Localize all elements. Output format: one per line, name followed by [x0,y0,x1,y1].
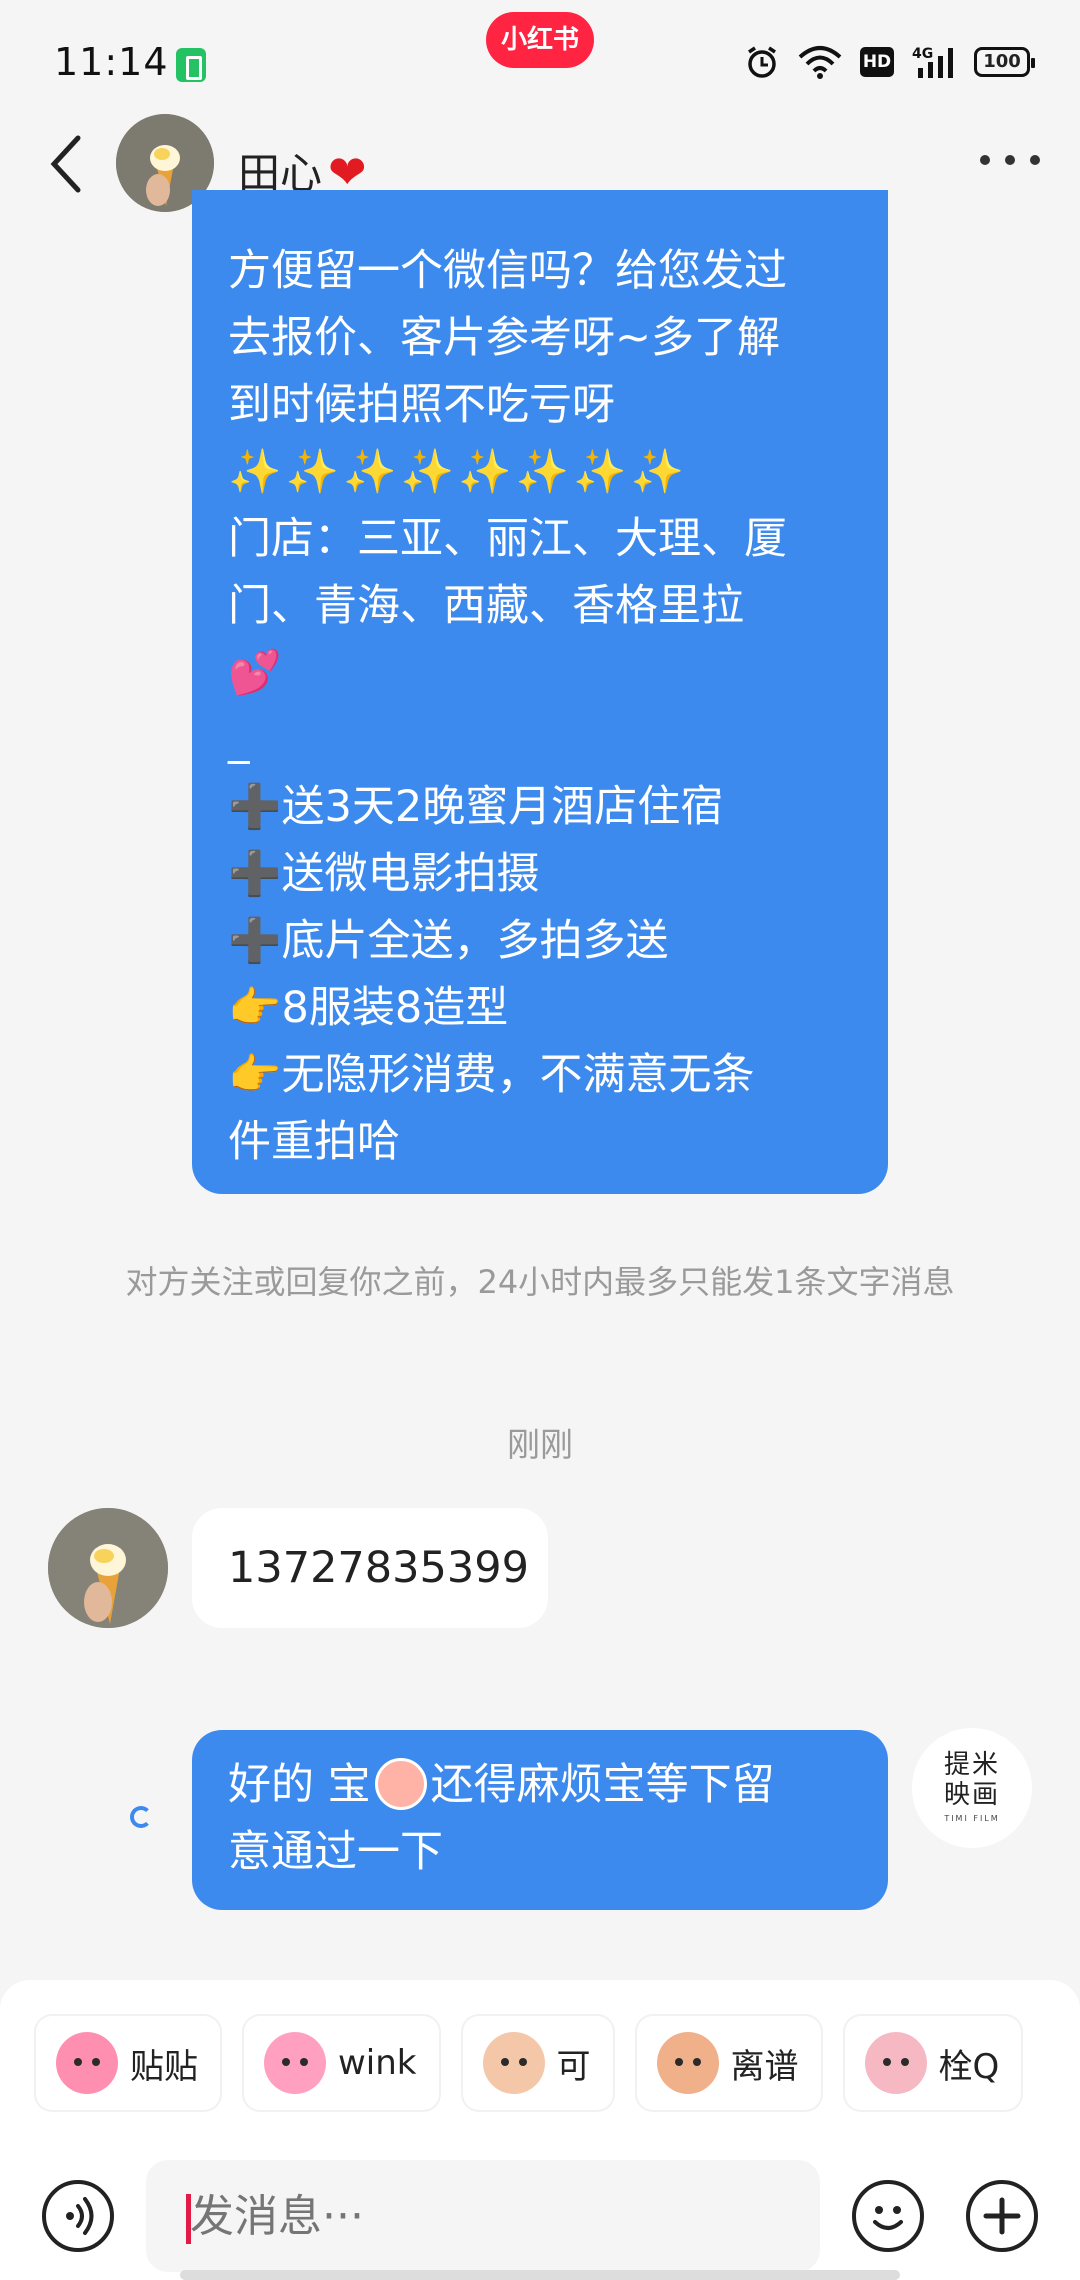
message-line: 门、青海、西藏、香格里拉 [228,581,744,631]
sticker-face-icon [864,2032,927,2094]
message-line: 去报价、客片参考呀~多了解 [228,313,781,363]
hd-icon: HD [860,47,894,77]
message-line: 件重拍哈 [228,1117,400,1167]
sticker-chip[interactable]: wink [244,2016,439,2110]
my-avatar[interactable]: 提米 映画 TIMI FILM [912,1728,1032,1848]
outgoing-message-bubble[interactable]: 好的 宝 还得麻烦宝等下留 意通过一下 [192,1730,888,1910]
status-time: 11:14 [54,40,169,84]
composer-row [0,2140,1080,2272]
message-line: 到时候拍照不吃亏呀 [228,380,615,430]
battery-indicator: 100 [974,47,1035,77]
chat-area[interactable]: 方便留一个微信吗？给您发过 去报价、客片参考呀~多了解 到时候拍照不吃亏呀 ✨✨… [0,190,1080,1980]
message-line: _ [228,715,250,765]
message-line: 送3天2晚蜜月酒店住宿 [281,782,724,832]
sticker-chip[interactable]: 栓Q [844,2016,1022,2110]
incoming-message-bubble[interactable]: 13727835399 [192,1508,548,1628]
signal-icon: 4G [912,46,953,78]
message-input[interactable] [146,2160,820,2272]
emoji-icon[interactable] [852,2180,924,2252]
sticker-chip[interactable]: 可 [462,2016,613,2110]
status-icons: HD 4G 100 [744,44,1035,80]
sticker-face-icon [56,2032,118,2094]
sticker-suggestions: 贴贴 wink 可 离谱 栓Q [36,2016,1022,2110]
plus-emoji-icon: ➕ [228,782,282,832]
home-indicator [180,2270,900,2280]
more-options-icon[interactable] [980,150,1040,170]
contact-avatar[interactable] [48,1508,168,1628]
sticker-label: 栓Q [938,2046,1000,2087]
message-line: 门店：三亚、丽江、大理、厦 [228,514,787,564]
sticker-label: 可 [556,2046,591,2087]
message-line: 方便留一个微信吗？给您发过 [228,246,787,296]
pointing-hand-icon: 👉 [228,983,282,1033]
battery-saver-icon [176,48,206,82]
sticker-label: 贴贴 [130,2046,198,2087]
sending-spinner-icon [130,1806,152,1828]
message-line: 送微电影拍摄 [281,849,540,899]
voice-input-icon[interactable] [42,2180,114,2252]
avatar-logo-text: 提米 [943,1750,1000,1780]
two-hearts-icon: 💕 [228,648,282,698]
peach-sticker-icon [374,1757,427,1810]
add-attachment-icon[interactable] [966,2180,1038,2252]
app-badge: 小红书 [486,12,594,68]
plus-emoji-icon: ➕ [228,916,282,966]
plus-emoji-icon: ➕ [228,849,282,899]
sticker-chip[interactable]: 贴贴 [36,2016,220,2110]
alarm-icon [748,46,776,78]
avatar-logo-subtext: TIMI FILM [944,1814,1000,1823]
message-text: 还得麻烦宝等下留 [430,1760,775,1810]
sticker-face-icon [656,2032,719,2094]
composer-panel: 贴贴 wink 可 离谱 栓Q [0,1980,1080,2280]
sticker-chip[interactable]: 离谱 [636,2016,821,2110]
sparkles-icon: ✨✨✨✨✨✨✨✨ [228,447,689,497]
system-notice: 对方关注或回复你之前，24小时内最多只能发1条文字消息 [125,1263,955,1301]
message-line: 8服装8造型 [281,983,509,1033]
sticker-face-icon [264,2032,326,2094]
sticker-label: wink [338,2043,417,2083]
avatar-logo-text: 映画 [943,1780,1000,1810]
message-text: 意通过一下 [228,1827,443,1877]
text-cursor [186,2194,191,2244]
message-line: 底片全送，多拍多送 [281,916,669,966]
sticker-label: 离谱 [730,2046,799,2087]
message-text: 好的 宝 [228,1760,371,1810]
message-timestamp: 刚刚 [507,1425,573,1464]
sticker-face-icon [482,2032,545,2094]
wifi-icon [798,46,842,79]
network-label: 4G [912,46,933,62]
pointing-hand-icon: 👉 [228,1050,282,1100]
outgoing-message-bubble[interactable]: 方便留一个微信吗？给您发过 去报价、客片参考呀~多了解 到时候拍照不吃亏呀 ✨✨… [192,190,888,1194]
message-line: 无隐形消费，不满意无条 [281,1050,755,1100]
back-arrow-icon[interactable] [46,134,86,194]
